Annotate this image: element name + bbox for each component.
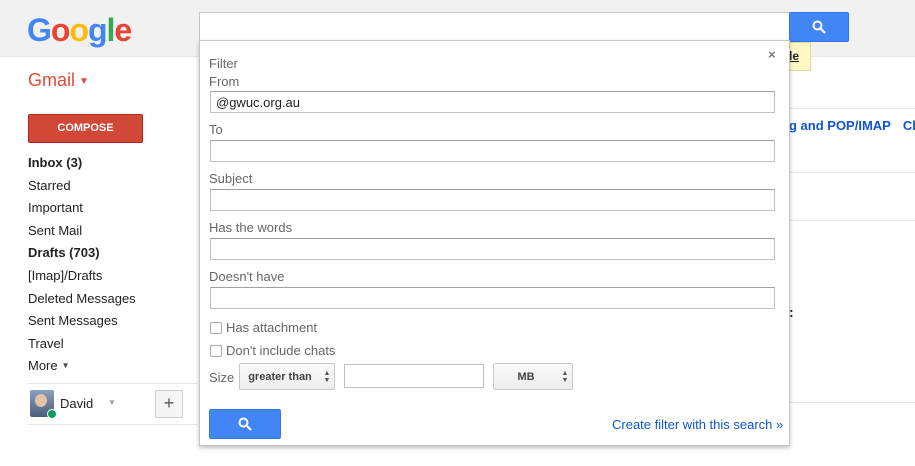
size-value-input[interactable]: [344, 364, 484, 388]
doesnt-have-label: Doesn't have: [209, 269, 285, 284]
search-button[interactable]: [789, 12, 849, 42]
doesnt-have-field[interactable]: [210, 287, 775, 309]
app-switcher[interactable]: Gmail ▼: [28, 70, 89, 91]
has-words-field[interactable]: [210, 238, 775, 260]
select-arrows-icon: ▲ ▼: [561, 369, 569, 384]
no-chats-label: Don't include chats: [226, 343, 336, 358]
logo-letter: o: [69, 12, 89, 48]
sidebar-item-more[interactable]: More ▼: [28, 355, 198, 378]
new-chat-button[interactable]: +: [155, 390, 183, 418]
divider: [28, 424, 198, 425]
create-filter-link[interactable]: Create filter with this search »: [612, 417, 783, 432]
app-label: Gmail: [28, 70, 76, 90]
logo-letter: e: [114, 12, 132, 48]
divider: [789, 108, 915, 109]
sidebar-item[interactable]: Sent Messages: [28, 310, 198, 333]
divider: [789, 172, 915, 173]
close-icon[interactable]: ×: [768, 47, 776, 62]
size-operator-value: greater than: [248, 370, 312, 383]
logo-letter: g: [87, 12, 108, 48]
presence-indicator-icon: [47, 409, 57, 419]
logo-letter: G: [27, 12, 52, 48]
size-unit-value: MB: [517, 370, 535, 383]
size-operator-select[interactable]: greater than ▲ ▼: [239, 363, 335, 390]
sidebar-item[interactable]: Travel: [28, 333, 198, 356]
has-attachment-checkbox[interactable]: [210, 321, 222, 334]
sidebar-item[interactable]: Sent Mail: [28, 220, 198, 243]
logo-letter: o: [50, 12, 71, 48]
subject-field[interactable]: [210, 189, 775, 211]
sidebar-item[interactable]: [Imap]/Drafts: [28, 265, 198, 288]
divider: [789, 402, 915, 403]
size-label: Size: [209, 370, 235, 385]
settings-tabs: g and POP/IMAP Ch: [789, 118, 915, 133]
to-field[interactable]: [210, 140, 775, 162]
divider: [789, 220, 915, 221]
user-name[interactable]: David: [60, 396, 93, 411]
search-input[interactable]: [199, 12, 790, 42]
sidebar-item[interactable]: Drafts (703): [28, 242, 198, 265]
logo-letter: l: [106, 12, 116, 48]
size-unit-select[interactable]: MB ▲ ▼: [493, 363, 573, 390]
folder-list: Inbox (3) Starred Important Sent Mail Drafts…: [28, 152, 198, 378]
no-chats-option[interactable]: Don't include chats: [210, 343, 335, 358]
google-logo[interactable]: Google: [27, 12, 132, 49]
more-label: More: [28, 358, 58, 374]
has-words-label: Has the words: [209, 220, 293, 235]
sidebar-item[interactable]: Starred: [28, 175, 198, 198]
to-label: To: [209, 122, 223, 137]
magnifier-icon: [238, 417, 252, 431]
gmail-window: Google le Gmail ▼ COMPOSE Inbox (3) Starre…: [0, 0, 915, 466]
select-arrows-icon: ▲ ▼: [323, 369, 331, 384]
magnifier-icon: [812, 20, 826, 34]
sidebar-item[interactable]: Important: [28, 197, 198, 220]
compose-button[interactable]: COMPOSE: [28, 114, 143, 143]
has-attachment-label: Has attachment: [226, 320, 318, 335]
subject-label: Subject: [209, 171, 253, 186]
tab-forwarding-pop-imap[interactable]: g and POP/IMAP: [789, 118, 891, 133]
no-chats-checkbox[interactable]: [210, 344, 222, 357]
caret-down-icon[interactable]: ▼: [108, 398, 116, 407]
tab-chat[interactable]: Ch: [903, 118, 915, 133]
caret-down-icon: ▼: [79, 75, 89, 87]
filter-title: Filter: [209, 56, 238, 71]
sidebar-item[interactable]: Deleted Messages: [28, 288, 198, 311]
caret-down-icon: ▼: [61, 361, 70, 371]
filter-search-button[interactable]: [209, 409, 281, 439]
divider: [28, 383, 198, 384]
sidebar-item[interactable]: Inbox (3): [28, 152, 198, 175]
from-field[interactable]: [210, 91, 775, 113]
from-label: From: [209, 74, 240, 89]
has-attachment-option[interactable]: Has attachment: [210, 320, 317, 335]
